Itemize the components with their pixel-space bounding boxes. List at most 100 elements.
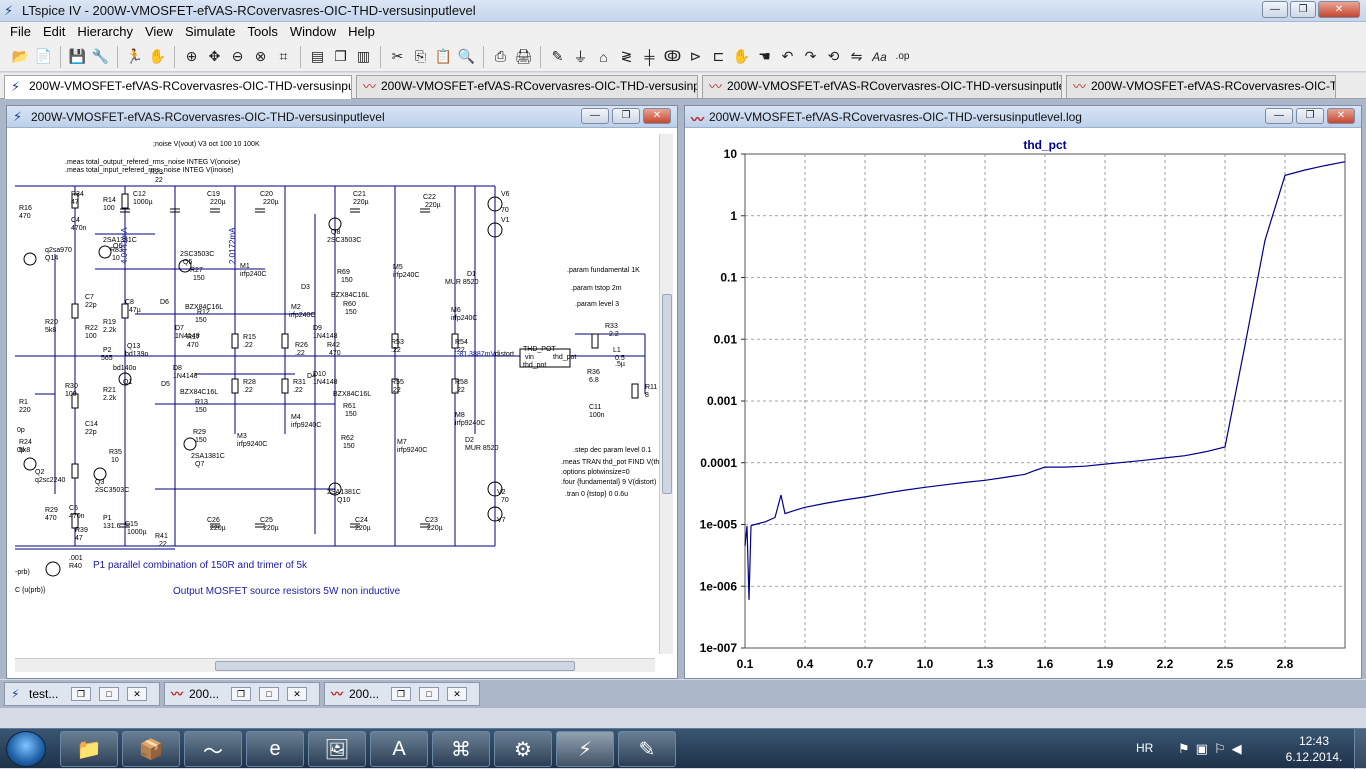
photo-icon[interactable]: 🖼	[308, 731, 366, 767]
devices-icon[interactable]: ▣	[1196, 741, 1208, 757]
print-setup-icon[interactable]: 🖨	[513, 46, 534, 68]
spice-directive[interactable]: .param tstop 2m	[571, 285, 622, 292]
spice-directive[interactable]: .param fundamental 1K	[567, 267, 640, 274]
mirror-icon[interactable]: ⇋	[846, 46, 867, 68]
spice-directive[interactable]: .four {fundamental} 9 V(distort)	[561, 479, 656, 486]
diode-icon[interactable]: ⊳	[685, 46, 706, 68]
spice-directive[interactable]: .step dec param level 0.1	[573, 447, 651, 454]
doc-tab-3[interactable]: 〰 200W-VMOSFET-efVAS-RCovervasres-OIC-THD…	[702, 75, 1062, 98]
schematic-restore-button[interactable]: ❐	[612, 108, 640, 124]
spice-directive[interactable]: .meas TRAN thd_pot FIND V(thd	[561, 459, 663, 466]
zoom-fit-icon[interactable]: ⊗	[250, 46, 271, 68]
spice-directive[interactable]: .meas total_input_refered_rms_noise INTE…	[65, 167, 233, 174]
capacitor-icon[interactable]: ╪	[639, 46, 660, 68]
minimized-close-button[interactable]: ✕	[127, 687, 147, 701]
spice-directive[interactable]: .tran 0 {tstop} 0 0.6u	[565, 491, 628, 498]
show-desktop-button[interactable]	[1354, 729, 1366, 769]
plot-restore-button[interactable]: ❐	[1296, 108, 1324, 124]
spice-directive[interactable]: .options plotwinsize=0	[561, 469, 630, 476]
save-icon[interactable]: 💾	[67, 46, 88, 68]
pdf-icon[interactable]: ⌘	[432, 731, 490, 767]
paste-icon[interactable]: 📋	[433, 46, 454, 68]
notes-icon[interactable]: ✎	[618, 731, 676, 767]
plot-canvas[interactable]: 0.1 0.4 0.7 1.0 1.3 1.6 1.9 2.2 2.5 2.8 10 1 0.1 0.01…	[691, 132, 1357, 678]
schematic-note[interactable]: P1 parallel combination of 150R and trim…	[93, 560, 308, 571]
menu-simulate[interactable]: Simulate	[179, 22, 242, 42]
rotate-icon[interactable]: ⟲	[823, 46, 844, 68]
clock-time[interactable]: 12:43	[1286, 734, 1342, 748]
spice-directive-icon[interactable]: .op	[892, 46, 913, 68]
spice-directive[interactable]: .param level 3	[575, 301, 619, 308]
minimized-window-1[interactable]: ⚡ test... ❐ □ ✕	[4, 682, 160, 706]
minimized-restore-button[interactable]: ❐	[231, 687, 251, 701]
network-icon[interactable]: ⚑	[1178, 741, 1190, 757]
menu-help[interactable]: Help	[342, 22, 381, 42]
cascade-icon[interactable]: ❐	[330, 46, 351, 68]
spice-directive[interactable]: .meas total_output_refered_rms_noise INT…	[65, 159, 240, 166]
minimize-button[interactable]: —	[1262, 1, 1288, 18]
oscilloscope-icon[interactable]: 〜	[184, 731, 242, 767]
minimized-window-3[interactable]: 〰 200... ❐ □ ✕	[324, 682, 480, 706]
minimized-restore-button[interactable]: ❐	[391, 687, 411, 701]
halt-icon[interactable]: ✋	[147, 46, 168, 68]
text-icon[interactable]: Aa	[869, 46, 890, 68]
run-icon[interactable]: 🏃	[124, 46, 145, 68]
tool-icon[interactable]: ⚙	[494, 731, 552, 767]
drag-icon[interactable]: ☚	[754, 46, 775, 68]
tile-horizontal-icon[interactable]: ▤	[307, 46, 328, 68]
minimized-maximize-button[interactable]: □	[259, 687, 279, 701]
menu-window[interactable]: Window	[284, 22, 342, 42]
plot-minimize-button[interactable]: —	[1265, 108, 1293, 124]
menu-tools[interactable]: Tools	[242, 22, 284, 42]
component-icon[interactable]: ⊏	[708, 46, 729, 68]
plot-close-button[interactable]: ✕	[1327, 108, 1355, 124]
doc-tab-4[interactable]: 〰 200W-VMOSFET-efVAS-RCovervasres-OIC-THD…	[1066, 75, 1336, 98]
ground-icon[interactable]: ⏚	[570, 46, 591, 68]
schematic-minimize-button[interactable]: —	[581, 108, 609, 124]
minimized-maximize-button[interactable]: □	[419, 687, 439, 701]
minimized-window-2[interactable]: 〰 200... ❐ □ ✕	[164, 682, 320, 706]
menu-hierarchy[interactable]: Hierarchy	[71, 22, 139, 42]
schematic-horizontal-scrollbar[interactable]	[15, 658, 655, 672]
find-icon[interactable]: 🔍	[456, 46, 477, 68]
cut-icon[interactable]: ✂	[387, 46, 408, 68]
undo-icon[interactable]: ↶	[777, 46, 798, 68]
copy-icon[interactable]: ⎘	[410, 46, 431, 68]
menu-edit[interactable]: Edit	[37, 22, 71, 42]
menu-view[interactable]: View	[139, 22, 179, 42]
software-icon[interactable]: 📦	[122, 731, 180, 767]
print-icon[interactable]: ⎙	[490, 46, 511, 68]
control-panel-icon[interactable]: 🔧	[90, 46, 111, 68]
minimized-close-button[interactable]: ✕	[287, 687, 307, 701]
close-button[interactable]: ✕	[1318, 1, 1360, 18]
doc-tab-2[interactable]: 〰 200W-VMOSFET-efVAS-RCovervasres-OIC-THD…	[356, 75, 698, 98]
minimized-close-button[interactable]: ✕	[447, 687, 467, 701]
zoom-in-icon[interactable]: ⊕	[181, 46, 202, 68]
doc-tab-1[interactable]: ⚡ 200W-VMOSFET-efVAS-RCovervasres-OIC-THD…	[4, 75, 352, 99]
text-editor-icon[interactable]: A	[370, 731, 428, 767]
action-center-icon[interactable]: ⚐	[1214, 741, 1226, 757]
wire-icon[interactable]: ✎	[547, 46, 568, 68]
schematic-close-button[interactable]: ✕	[643, 108, 671, 124]
resistor-icon[interactable]: ≷	[616, 46, 637, 68]
tile-vertical-icon[interactable]: ▥	[353, 46, 374, 68]
new-schematic-icon[interactable]: 📄	[33, 46, 54, 68]
ltspice-icon[interactable]: ⚡	[556, 731, 614, 767]
label-icon[interactable]: ⌂	[593, 46, 614, 68]
language-indicator[interactable]: HR	[1136, 741, 1153, 755]
schematic-note[interactable]: Output MOSFET source resistors 5W non in…	[173, 586, 401, 597]
open-schematic-icon[interactable]: 📂	[10, 46, 31, 68]
clock-date[interactable]: 6.12.2014.	[1276, 750, 1352, 764]
spice-directive[interactable]: ;noise V(vout) V3 oct 100 10 100K	[153, 141, 260, 148]
schematic-vertical-scrollbar[interactable]	[659, 134, 673, 654]
zoom-out-icon[interactable]: ⊖	[227, 46, 248, 68]
ie-icon[interactable]: e	[246, 731, 304, 767]
start-button[interactable]	[6, 731, 46, 767]
minimized-maximize-button[interactable]: □	[99, 687, 119, 701]
minimized-restore-button[interactable]: ❐	[71, 687, 91, 701]
volume-icon[interactable]: ◀	[1232, 741, 1242, 757]
pan-icon[interactable]: ✥	[204, 46, 225, 68]
autorange-icon[interactable]: ⌗	[273, 46, 294, 68]
explorer-icon[interactable]: 📁	[60, 731, 118, 767]
move-icon[interactable]: ✋	[731, 46, 752, 68]
